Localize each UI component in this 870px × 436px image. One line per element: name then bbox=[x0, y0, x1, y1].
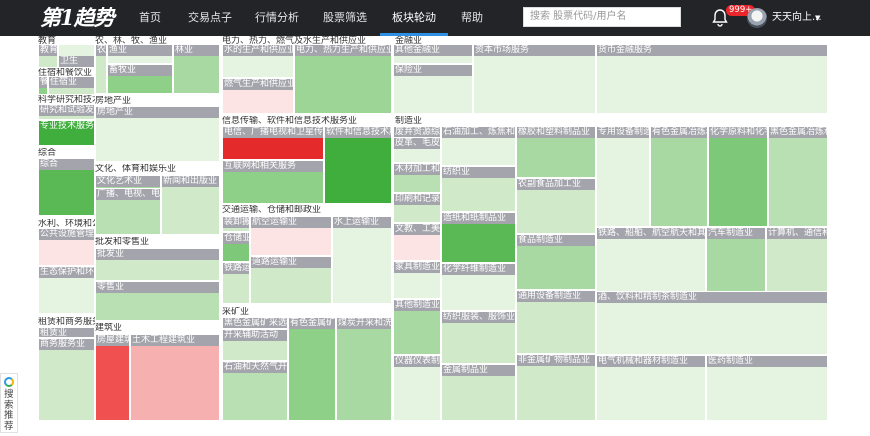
industry-block[interactable]: 化学原料和化学制品制造业 bbox=[708, 126, 768, 227]
industry-block[interactable]: 批发业 bbox=[95, 248, 220, 281]
chevron-down-icon[interactable]: ▼ bbox=[815, 0, 820, 36]
industry-block[interactable]: 其他金融业 bbox=[393, 44, 473, 64]
industry-block[interactable]: 水的生产和供应业 bbox=[222, 44, 294, 78]
industry-block[interactable]: 卫生 bbox=[58, 44, 95, 68]
search-recommend-widget[interactable]: 搜索推荐 bbox=[0, 373, 18, 433]
industry-block[interactable]: 专用设备制造业 bbox=[596, 126, 650, 227]
industry-block[interactable]: 渔业 bbox=[107, 44, 173, 64]
industry-block[interactable]: 农副食品加工业 bbox=[516, 178, 596, 234]
industry-block[interactable]: 其他制造业 bbox=[393, 299, 441, 355]
industry-block[interactable]: 林业 bbox=[173, 44, 220, 94]
industry-block[interactable]: 酒、饮料和精制茶制造业 bbox=[596, 291, 828, 355]
industry-block[interactable]: 房屋建筑业 bbox=[95, 334, 130, 421]
section-title-transport: 交通运输、仓储和邮政业 bbox=[222, 205, 322, 215]
industry-block[interactable]: 零售业 bbox=[95, 281, 220, 321]
industry-block[interactable]: 教育 bbox=[38, 44, 58, 68]
industry-block[interactable]: 综合 bbox=[38, 158, 95, 216]
industry-block[interactable]: 印刷和记录媒介复制业 bbox=[393, 193, 441, 223]
industry-block[interactable]: 软件和信息技术服务业 bbox=[324, 126, 392, 204]
industry-block[interactable]: 货币金融服务 bbox=[596, 44, 828, 114]
avatar[interactable] bbox=[747, 8, 767, 28]
industry-block[interactable]: 广播、电视、电影和影视录音制作业 bbox=[95, 188, 161, 235]
industry-block[interactable]: 橡胶和塑料制品业 bbox=[516, 126, 596, 178]
side-widget-label: 搜索推荐 bbox=[4, 389, 14, 432]
industry-block[interactable]: 木材加工和木、竹、藤、棕、草制品业 bbox=[393, 163, 441, 193]
industry-block[interactable]: 文教、工美、体育和娱乐用品制造业 bbox=[393, 223, 441, 261]
search-input[interactable]: 搜索 股票代码/用户名 bbox=[523, 7, 681, 27]
industry-block[interactable]: 电力、热力生产和供应业 bbox=[294, 44, 392, 114]
industry-block[interactable]: 仪器仪表制造业 bbox=[393, 355, 441, 421]
industry-block[interactable]: 黑色金属冶炼和压延加工业 bbox=[768, 126, 828, 227]
industry-block[interactable]: 煤炭开采和洗选业 bbox=[336, 317, 392, 421]
industry-block[interactable]: 皮革、毛皮、羽毛及其制品和制鞋业 bbox=[393, 137, 441, 163]
industry-block[interactable]: 燃气生产和供应业 bbox=[222, 78, 294, 114]
nav-trade-ideas[interactable]: 交易点子 bbox=[185, 0, 235, 36]
industry-block[interactable]: 生态保护和环境治理业 bbox=[38, 266, 95, 314]
industry-block[interactable]: 铁路运输业 bbox=[222, 262, 250, 304]
industry-block[interactable]: 畜牧业 bbox=[107, 64, 173, 94]
industry-block[interactable]: 互联网和相关服务 bbox=[222, 160, 324, 204]
section-title-culture: 文化、体育和娱乐业 bbox=[95, 164, 177, 174]
industry-block[interactable]: 家具制造业 bbox=[393, 261, 441, 299]
industry-block[interactable]: 石油和天然气开采业 bbox=[222, 361, 288, 421]
industry-block[interactable]: 餐饮业 bbox=[38, 76, 48, 95]
industry-block[interactable]: 仓储业 bbox=[222, 232, 250, 262]
industry-block[interactable]: 商务服务业 bbox=[38, 338, 95, 421]
industry-block[interactable]: 公共设施管理业 bbox=[38, 228, 95, 266]
sector-treemap: 教育 农、林、牧、渔业 电力、热力、燃气及水生产和供应业 金融业 住宿和餐饮业 … bbox=[0, 36, 870, 436]
industry-block[interactable]: 石油加工、炼焦和核燃料加工业 bbox=[441, 126, 516, 166]
nav-help[interactable]: 帮助 bbox=[455, 0, 489, 36]
industry-block[interactable]: 纺织服装、服饰业 bbox=[441, 311, 516, 364]
circle-logo-icon bbox=[4, 377, 14, 387]
industry-block[interactable]: 土木工程建筑业 bbox=[130, 334, 220, 421]
industry-block[interactable]: 道路运输业 bbox=[250, 256, 332, 304]
nav-home[interactable]: 首页 bbox=[130, 0, 170, 36]
industry-block[interactable]: 保险业 bbox=[393, 64, 473, 114]
nav-stock-screener[interactable]: 股票筛选 bbox=[320, 0, 370, 36]
industry-block[interactable]: 研究和试验发展 bbox=[38, 104, 95, 120]
nav-sector-rotation[interactable]: 板块轮动 bbox=[388, 0, 440, 36]
industry-block[interactable]: 水上运输业 bbox=[332, 216, 392, 304]
industry-block[interactable]: 医药制造业 bbox=[706, 355, 828, 421]
industry-block[interactable]: 通用设备制造业 bbox=[516, 290, 596, 354]
industry-block[interactable]: 化学纤维制造业 bbox=[441, 263, 516, 311]
industry-block[interactable]: 有色金属冶炼和压延加工业 bbox=[650, 126, 708, 227]
industry-block[interactable]: 装卸搬运和运输代理业 bbox=[222, 216, 250, 232]
industry-block[interactable]: 农业 bbox=[95, 44, 107, 94]
section-title-construction: 建筑业 bbox=[95, 323, 123, 333]
industry-block[interactable]: 有色金属矿采选业 bbox=[288, 317, 336, 421]
industry-block[interactable]: 航空运输业 bbox=[250, 216, 332, 256]
industry-block[interactable]: 造纸和纸制品业 bbox=[441, 212, 516, 263]
industry-block[interactable]: 资本市场服务 bbox=[473, 44, 596, 114]
industry-block[interactable]: 租赁业 bbox=[38, 327, 95, 338]
industry-block[interactable]: 食品制造业 bbox=[516, 234, 596, 290]
site-logo[interactable]: 第1趋势 bbox=[40, 5, 115, 31]
industry-block[interactable]: 房地产业 bbox=[95, 106, 220, 162]
industry-block[interactable]: 电气机械和器材制造业 bbox=[596, 355, 706, 421]
industry-block[interactable]: 开采辅助活动 bbox=[222, 329, 288, 361]
industry-block[interactable]: 非金属矿物制品业 bbox=[516, 354, 596, 421]
top-nav-bar: 第1趋势 首页 交易点子 行情分析 股票筛选 板块轮动 帮助 搜索 股票代码/用… bbox=[0, 0, 870, 36]
industry-block[interactable]: 电信、广播电视和卫星传输服务 bbox=[222, 126, 324, 160]
nav-market-analysis[interactable]: 行情分析 bbox=[252, 0, 302, 36]
industry-block[interactable]: 专业技术服务业 bbox=[38, 120, 95, 146]
industry-block[interactable]: 纺织业 bbox=[441, 166, 516, 212]
industry-block[interactable]: 新闻和出版业 bbox=[161, 175, 220, 235]
industry-block[interactable]: 黑色金属矿采选业 bbox=[222, 317, 288, 329]
section-title-wholesale: 批发和零售业 bbox=[95, 237, 150, 247]
industry-block[interactable]: 金属制品业 bbox=[441, 364, 516, 421]
industry-block[interactable]: 住宿业 bbox=[48, 76, 95, 95]
